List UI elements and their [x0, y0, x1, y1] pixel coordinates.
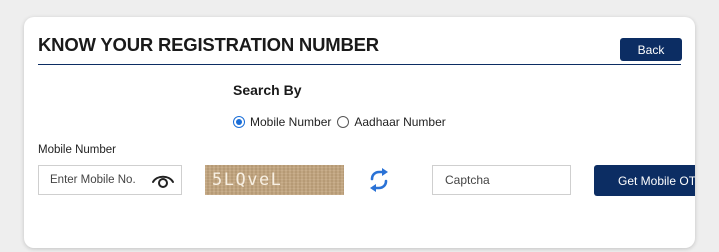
eye-icon[interactable]	[151, 173, 175, 189]
radio-aadhaar-number[interactable]: Aadhaar Number	[337, 115, 446, 129]
captcha-image: 5LQveL	[205, 165, 344, 195]
radio-aadhaar-number-label: Aadhaar Number	[354, 115, 446, 129]
mobile-number-label: Mobile Number	[38, 144, 116, 156]
page-title: KNOW YOUR REGISTRATION NUMBER	[38, 34, 379, 55]
mobile-input-wrapper	[38, 165, 182, 195]
radio-aadhaar-number-indicator[interactable]	[337, 116, 350, 128]
captcha-input[interactable]	[432, 165, 571, 195]
search-by-radio-group: Mobile Number Aadhaar Number	[233, 115, 452, 129]
back-button[interactable]: Back	[620, 38, 682, 61]
search-by-heading: Search By	[233, 82, 302, 98]
mobile-number-input[interactable]	[39, 166, 147, 194]
header-divider	[38, 64, 681, 65]
get-mobile-otp-button[interactable]: Get Mobile OTP	[594, 165, 695, 196]
radio-mobile-number-indicator[interactable]	[233, 116, 245, 128]
radio-mobile-number[interactable]: Mobile Number	[233, 115, 331, 129]
registration-card: KNOW YOUR REGISTRATION NUMBER Back Searc…	[24, 17, 695, 248]
refresh-icon[interactable]	[368, 168, 390, 192]
radio-mobile-number-label: Mobile Number	[250, 115, 332, 129]
